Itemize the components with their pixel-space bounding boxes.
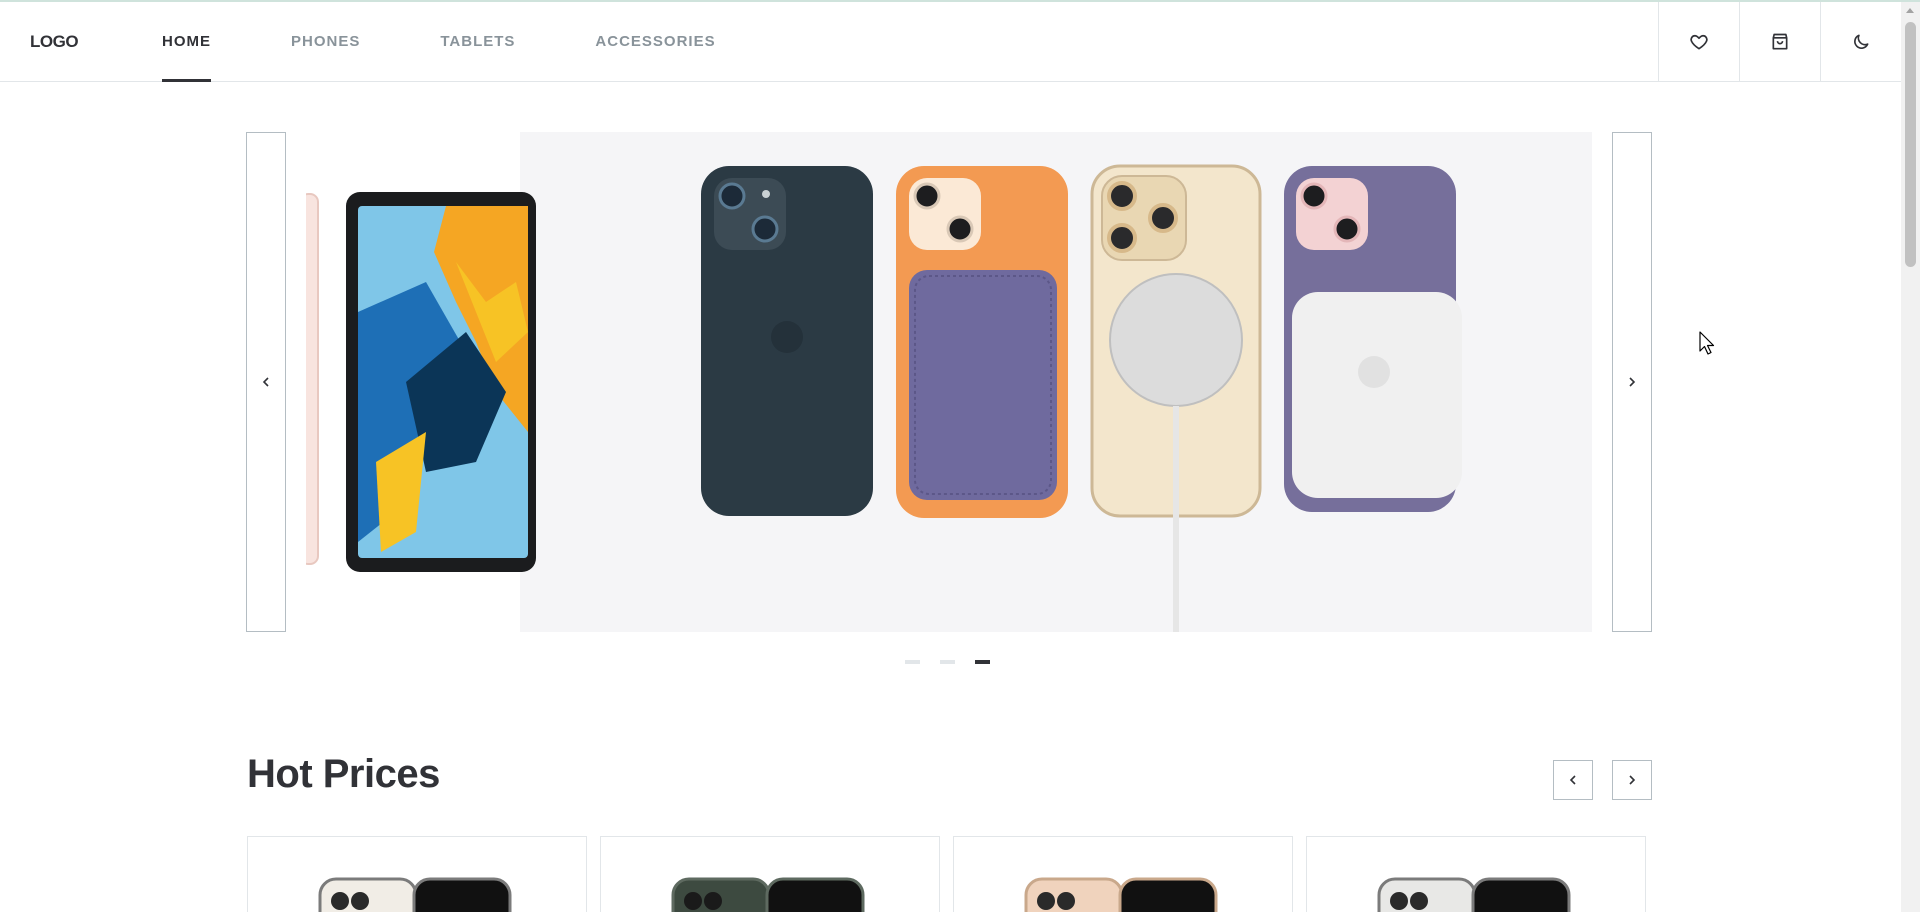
logo[interactable]: LOGO [0, 2, 120, 81]
cart-icon [1772, 33, 1788, 50]
nav-accessories[interactable]: ACCESSORIES [595, 2, 715, 81]
pagination-dot-active[interactable] [975, 660, 990, 664]
product-card[interactable] [953, 836, 1293, 912]
moon-icon [1854, 34, 1869, 49]
main-nav: HOME PHONES TABLETS ACCESSORIES [162, 2, 796, 82]
mouse-cursor-icon [1699, 331, 1715, 355]
pagination-dot[interactable] [940, 660, 955, 664]
banner-image [306, 132, 1592, 632]
product-image [1024, 877, 1218, 912]
product-image [318, 877, 512, 912]
chevron-right-icon [1629, 775, 1636, 785]
cart-button[interactable] [1739, 2, 1820, 81]
nav-tablets[interactable]: TABLETS [440, 2, 515, 81]
banner-prev-button[interactable] [246, 132, 286, 632]
chevron-left-icon [1569, 775, 1576, 785]
product-image [671, 877, 865, 912]
heart-icon [1690, 34, 1708, 50]
chevron-right-icon [1629, 377, 1636, 387]
site-header: LOGO HOME PHONES TABLETS ACCESSORIES [0, 2, 1901, 82]
product-card[interactable] [247, 836, 587, 912]
product-card[interactable] [600, 836, 940, 912]
pagination-dot[interactable] [905, 660, 920, 664]
banner-next-button[interactable] [1612, 132, 1652, 632]
page-scrollbar[interactable] [1901, 2, 1920, 912]
scroll-up-arrow[interactable] [1906, 8, 1914, 13]
banner-slide[interactable] [306, 132, 1592, 632]
banner-pagination [905, 660, 990, 664]
header-actions [1658, 2, 1901, 81]
nav-home[interactable]: HOME [162, 2, 211, 82]
hot-prices-next-button[interactable] [1612, 760, 1652, 800]
section-title-hot-prices: Hot Prices [247, 752, 440, 796]
hot-prices-prev-button[interactable] [1553, 760, 1593, 800]
theme-toggle-button[interactable] [1820, 2, 1901, 81]
chevron-left-icon [262, 377, 269, 387]
favorites-button[interactable] [1658, 2, 1739, 81]
product-card[interactable] [1306, 836, 1646, 912]
scrollbar-thumb[interactable] [1905, 22, 1916, 267]
product-image [1377, 877, 1571, 912]
nav-phones[interactable]: PHONES [291, 2, 360, 81]
